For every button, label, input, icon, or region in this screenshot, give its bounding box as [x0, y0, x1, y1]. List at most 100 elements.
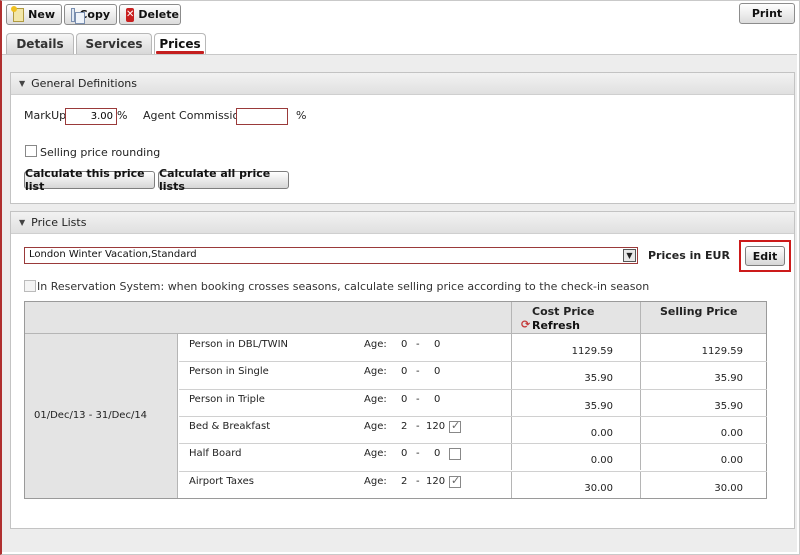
row-divider: [179, 470, 767, 472]
age-label: Age:: [364, 448, 387, 460]
collapse-triangle-icon: ▼: [19, 79, 26, 88]
service-included-checkbox[interactable]: [449, 448, 461, 461]
markup-unit: %: [117, 109, 128, 122]
column-divider: [511, 388, 512, 416]
edit-button-label: Edit: [752, 249, 778, 263]
tab-details-label: Details: [16, 37, 64, 51]
cost-price-title: Cost Price: [532, 305, 595, 318]
cost-price-value: 1129.59: [571, 346, 613, 357]
selling-price-value: 0.00: [720, 427, 743, 439]
general-definitions-header[interactable]: ▼ General Definitions: [11, 73, 794, 95]
column-divider: [640, 334, 641, 362]
copy-icon: [71, 7, 87, 24]
agent-commission-unit: %: [296, 109, 307, 122]
table-row: Airport Taxes Age: 2-120 30.00 30.00: [179, 471, 767, 498]
reservation-season-label: In Reservation System: when booking cros…: [37, 280, 650, 293]
price-list-select[interactable]: London Winter Vacation,Standard ▼: [24, 247, 638, 264]
copy-button[interactable]: Copy: [64, 4, 117, 25]
service-included-checkbox[interactable]: [449, 474, 461, 488]
service-name: Bed & Breakfast: [189, 420, 271, 432]
price-table: Cost Price ⟳ Refresh Selling Price 01/De…: [24, 301, 767, 499]
selling-price-value: 1129.59: [701, 346, 743, 357]
price-lists-panel: ▼ Price Lists London Winter Vacation,Sta…: [10, 211, 795, 529]
tab-details[interactable]: Details: [6, 33, 74, 54]
selling-price-title: Selling Price: [660, 305, 738, 318]
calculate-all-price-lists-button[interactable]: Calculate all price lists: [158, 167, 289, 193]
column-divider: [511, 443, 512, 471]
delete-icon: ✕: [126, 7, 135, 22]
cost-price-value: 30.00: [584, 482, 613, 494]
age-from: 2: [401, 420, 408, 432]
column-divider: [511, 470, 512, 498]
cost-price-value: 35.90: [584, 373, 613, 385]
general-definitions-title: General Definitions: [31, 77, 137, 90]
edit-button[interactable]: Edit: [745, 246, 785, 266]
selling-price-value: 35.90: [714, 373, 743, 385]
age-separator: -: [416, 393, 420, 405]
print-button[interactable]: Print: [739, 3, 795, 24]
selling-price-value: 0.00: [720, 455, 743, 467]
table-row: Half Board Age: 0-0 0.00 0.00: [179, 443, 767, 470]
cost-price-header: Cost Price ⟳ Refresh: [512, 302, 640, 334]
price-lists-title: Price Lists: [31, 216, 87, 229]
calculate-this-price-list-button[interactable]: Calculate this price list: [24, 167, 155, 193]
general-definitions-panel: ▼ General Definitions MarkUp: % Agent Co…: [10, 72, 795, 204]
age-to: 0: [434, 393, 441, 405]
service-name: Airport Taxes: [189, 475, 254, 487]
age-label: Age:: [364, 475, 387, 487]
age-label: Age:: [364, 339, 387, 350]
period-label: 01/Dec/13 - 31/Dec/14: [34, 410, 148, 421]
selling-price-value: 35.90: [714, 400, 743, 412]
age-to: 120: [426, 475, 446, 487]
reservation-season-checkbox[interactable]: [24, 280, 36, 292]
row-divider: [179, 443, 767, 445]
period-cell: 01/Dec/13 - 31/Dec/14: [25, 334, 178, 498]
selling-price-rounding-label: Selling price rounding: [40, 146, 161, 159]
age-from: 0: [401, 393, 408, 405]
tab-prices-label: Prices: [159, 37, 201, 51]
column-divider: [511, 334, 512, 362]
age-from: 0: [401, 366, 408, 378]
age-to: 120: [426, 420, 446, 432]
age-separator: -: [416, 448, 420, 460]
markup-input[interactable]: [65, 108, 117, 125]
age-to: 0: [434, 448, 441, 460]
selling-price-value: 30.00: [714, 482, 743, 494]
table-row: Bed & Breakfast Age: 2-120 0.00 0.00: [179, 416, 767, 443]
column-divider: [640, 388, 641, 416]
age-label: Age:: [364, 393, 387, 405]
header-divider: [640, 302, 641, 334]
row-divider: [179, 415, 767, 417]
tab-services[interactable]: Services: [76, 33, 152, 54]
selling-price-header: Selling Price: [641, 302, 767, 334]
cost-price-value: 0.00: [590, 427, 613, 439]
new-icon: [10, 5, 25, 22]
selling-price-rounding-checkbox[interactable]: [25, 145, 37, 157]
table-row: Person in DBL/TWIN Age: 0-0 1129.59 1129.59: [179, 334, 767, 361]
row-divider: [179, 388, 767, 390]
cost-price-value: 35.90: [584, 400, 613, 412]
service-name: Half Board: [189, 448, 242, 460]
age-from: 0: [401, 339, 408, 350]
currency-label: Prices in EUR: [648, 249, 730, 262]
cost-price-value: 0.00: [590, 455, 613, 467]
age-to: 0: [434, 366, 441, 378]
new-button-label: New: [28, 8, 55, 21]
dropdown-arrow-icon[interactable]: ▼: [623, 249, 636, 262]
agent-commission-input[interactable]: [236, 108, 288, 125]
new-button[interactable]: New: [6, 4, 62, 25]
refresh-icon[interactable]: ⟳: [521, 318, 530, 331]
calculate-this-label: Calculate this price list: [25, 167, 145, 193]
column-divider: [640, 415, 641, 444]
agent-commission-label: Agent Commission:: [143, 109, 250, 122]
price-lists-header[interactable]: ▼ Price Lists: [11, 212, 794, 234]
age-separator: -: [416, 420, 420, 432]
service-name: Person in Triple: [189, 393, 265, 405]
refresh-link[interactable]: Refresh: [532, 319, 580, 332]
service-name: Person in DBL/TWIN: [189, 339, 289, 350]
service-included-checkbox[interactable]: [449, 419, 461, 433]
delete-button[interactable]: ✕ Delete: [119, 4, 181, 25]
column-divider: [511, 415, 512, 444]
age-label: Age:: [364, 366, 387, 378]
markup-label: MarkUp:: [24, 109, 70, 122]
